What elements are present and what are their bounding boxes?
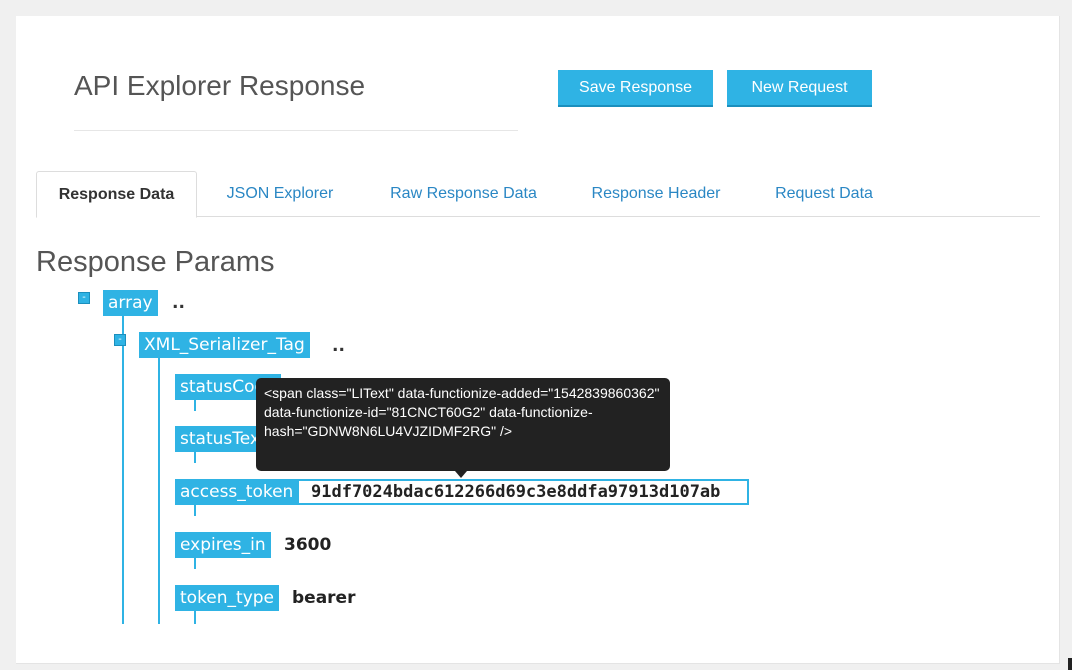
tree-node-xml-serializer-tag[interactable]: XML_Serializer_Tag bbox=[139, 332, 310, 358]
tree-node-array-dots: .. bbox=[172, 293, 185, 313]
new-request-button[interactable]: New Request bbox=[727, 70, 872, 107]
tab-raw-response-data[interactable]: Raw Response Data bbox=[366, 171, 561, 217]
tab-request-data[interactable]: Request Data bbox=[752, 171, 896, 217]
param-value-expires-in: 3600 bbox=[284, 535, 332, 555]
tab-response-header[interactable]: Response Header bbox=[574, 171, 738, 217]
tab-json-explorer[interactable]: JSON Explorer bbox=[208, 171, 352, 217]
param-value-token-type: bearer bbox=[292, 588, 356, 608]
tree-node-array[interactable]: array bbox=[103, 290, 158, 316]
response-card: API Explorer Response Save Response New … bbox=[16, 16, 1060, 664]
tree-line-root bbox=[122, 312, 124, 624]
tree-line-child bbox=[158, 356, 160, 624]
tree-node-xml-dots: .. bbox=[332, 336, 345, 356]
tree-line-param-4 bbox=[194, 557, 196, 569]
edge-marker bbox=[1068, 658, 1072, 670]
title-divider bbox=[74, 130, 518, 131]
param-key-access-token[interactable]: access_token bbox=[175, 479, 299, 505]
tab-response-data[interactable]: Response Data bbox=[36, 171, 197, 218]
section-title: Response Params bbox=[36, 246, 275, 278]
response-tabs: Response Data JSON Explorer Raw Response… bbox=[36, 171, 1040, 218]
tree-line-param-5 bbox=[194, 610, 196, 624]
tree-line-param-1 bbox=[194, 399, 196, 411]
tree-line-param-3 bbox=[194, 504, 196, 516]
collapse-toggle-icon[interactable]: - bbox=[78, 292, 90, 304]
element-tooltip: <span class="LIText" data-functionize-ad… bbox=[256, 378, 670, 471]
save-response-button[interactable]: Save Response bbox=[558, 70, 713, 107]
tree-line-param-2 bbox=[194, 451, 196, 463]
tooltip-arrow bbox=[455, 471, 467, 478]
param-key-token-type[interactable]: token_type bbox=[175, 585, 280, 611]
param-key-expires-in[interactable]: expires_in bbox=[175, 532, 271, 558]
param-value-access-token[interactable]: 91df7024bdac612266d69c3e8ddfa97913d107ab bbox=[297, 479, 749, 505]
collapse-toggle-icon[interactable]: - bbox=[114, 334, 126, 346]
page-title: API Explorer Response bbox=[74, 70, 366, 101]
